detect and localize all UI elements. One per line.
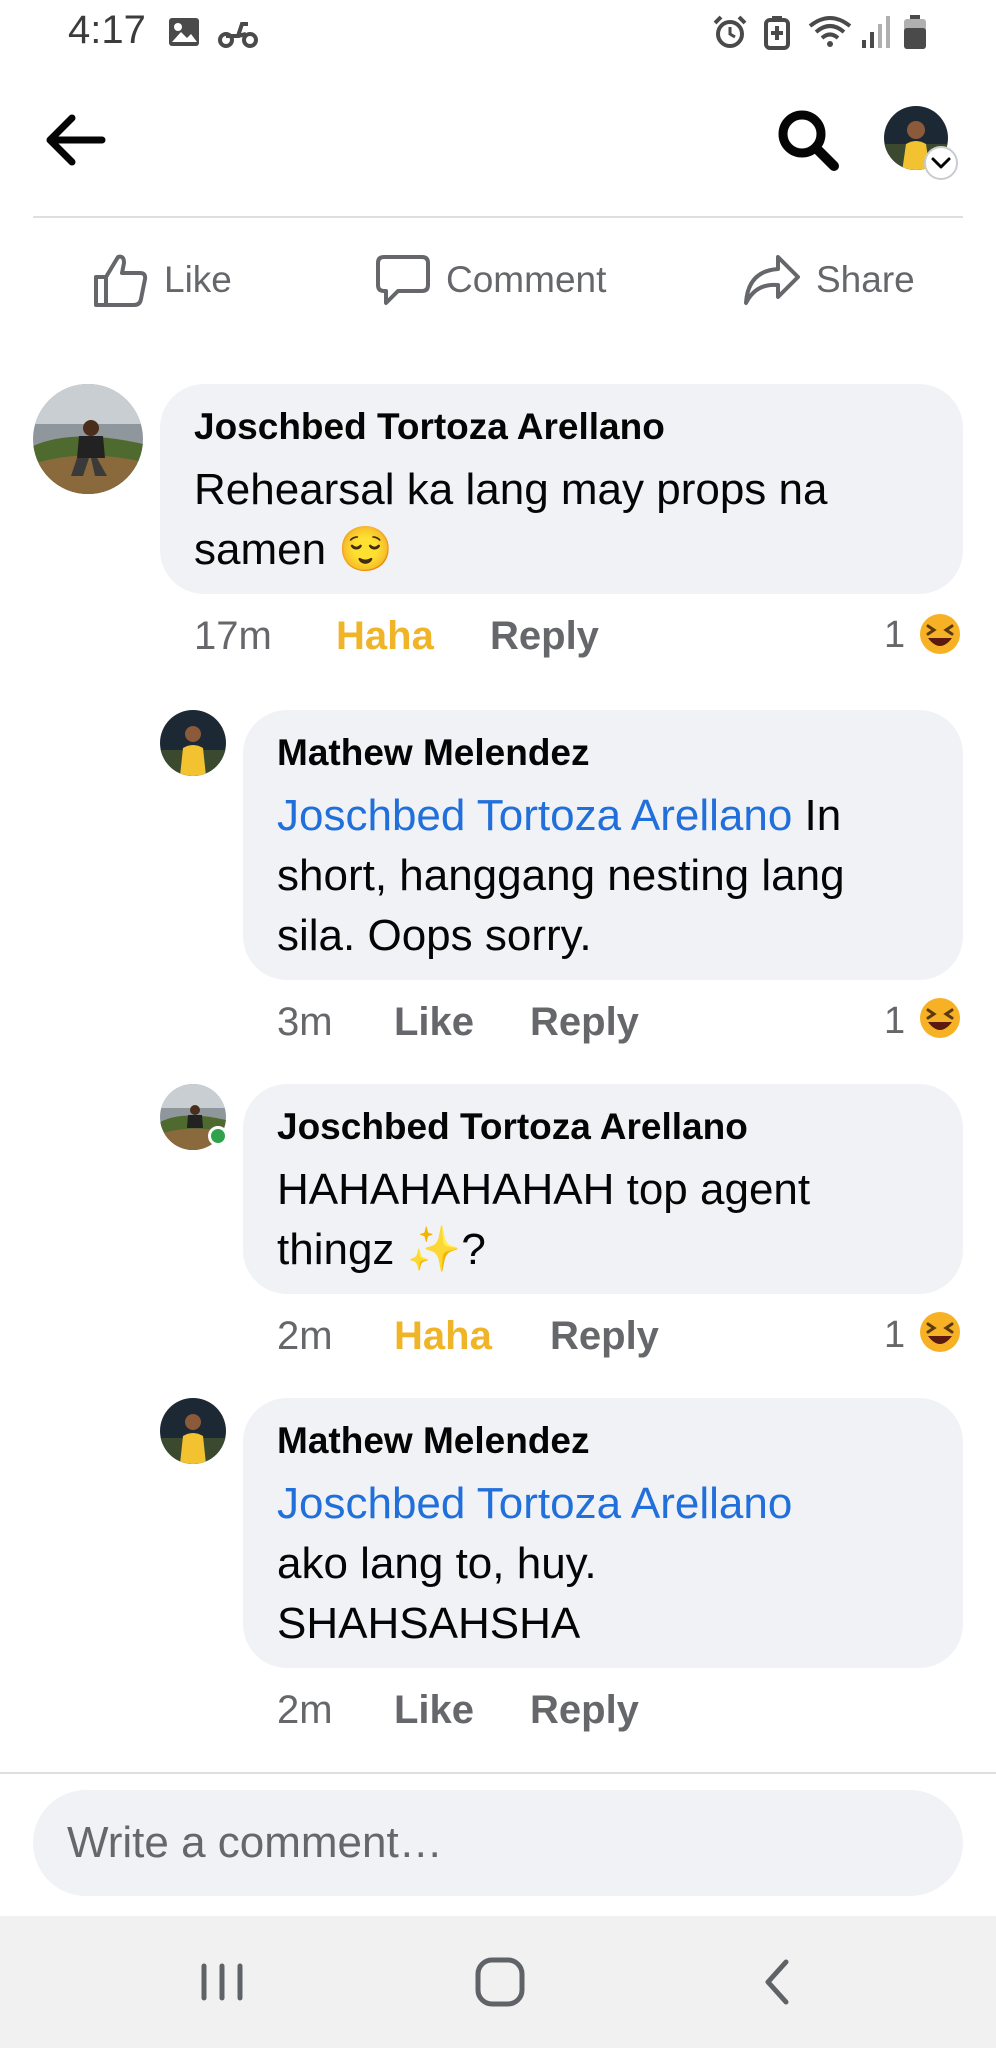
comment-author[interactable]: Mathew Melendez xyxy=(277,1420,590,1462)
comment-author[interactable]: Joschbed Tortoza Arellano xyxy=(194,406,665,448)
reaction-count[interactable]: 1 xyxy=(884,614,905,657)
alarm-icon xyxy=(713,15,747,48)
comment-reply-button[interactable]: Reply xyxy=(490,614,599,659)
reaction-count[interactable]: 1 xyxy=(884,1000,905,1043)
comment-composer[interactable] xyxy=(33,1790,963,1896)
recent-apps-icon[interactable] xyxy=(190,1950,254,2014)
system-nav-bar xyxy=(0,1916,996,2048)
like-button-label: Like xyxy=(164,259,232,300)
comment-text-line: samen 😌 xyxy=(194,525,394,574)
comment-text-fragment: In xyxy=(792,791,842,840)
comment-text-line: ako lang to, huy. xyxy=(277,1539,597,1588)
avatar[interactable] xyxy=(33,384,143,494)
scooter-icon xyxy=(218,22,258,48)
comment-reaction-button[interactable]: Haha xyxy=(394,1314,492,1359)
comment-timestamp[interactable]: 3m xyxy=(277,1000,333,1045)
wifi-icon xyxy=(808,16,852,47)
search-button[interactable] xyxy=(772,104,844,176)
battery-saver-icon xyxy=(764,16,790,50)
online-status-badge xyxy=(208,1126,228,1146)
comment-bubble[interactable]: Joschbed Tortoza Arellano HAHAHAHAHAH to… xyxy=(243,1084,963,1294)
profile-menu-button[interactable] xyxy=(882,104,958,180)
comment-text-line: short, hanggang nesting lang xyxy=(277,851,845,900)
mention-link[interactable]: Joschbed Tortoza Arellano xyxy=(277,1474,792,1534)
like-button[interactable]: Like xyxy=(92,248,232,312)
status-bar: 4:17 xyxy=(0,0,996,66)
battery-icon xyxy=(904,15,926,49)
comment-author[interactable]: Joschbed Tortoza Arellano xyxy=(277,1106,748,1148)
comment-text: Joschbed Tortoza Arellano ako lang to, h… xyxy=(277,1474,792,1654)
comment-bubble[interactable]: Mathew Melendez Joschbed Tortoza Arellan… xyxy=(243,1398,963,1668)
chevron-down-icon xyxy=(924,146,958,180)
comment-reaction-button[interactable]: Haha xyxy=(336,614,434,659)
comment-text-line: thingz ✨? xyxy=(277,1225,486,1274)
comment-button-label: Comment xyxy=(446,259,607,300)
image-icon xyxy=(169,18,199,46)
comment-bubble[interactable]: Mathew Melendez Joschbed Tortoza Arellan… xyxy=(243,710,963,980)
status-time: 4:17 xyxy=(68,8,146,52)
comment-reply-button[interactable]: Reply xyxy=(530,1000,639,1045)
comment-text: Joschbed Tortoza Arellano In short, hang… xyxy=(277,786,845,966)
share-button[interactable]: Share xyxy=(742,248,915,312)
back-nav-icon[interactable] xyxy=(746,1950,810,2014)
comment-reply-button[interactable]: Reply xyxy=(530,1688,639,1733)
comment-bubble[interactable]: Joschbed Tortoza Arellano Rehearsal ka l… xyxy=(160,384,963,594)
mention-link[interactable]: Joschbed Tortoza Arellano xyxy=(277,791,792,840)
thumbs-up-icon xyxy=(94,254,148,307)
arrow-left-icon xyxy=(46,114,106,166)
comment-timestamp[interactable]: 2m xyxy=(277,1688,333,1733)
comment-input[interactable] xyxy=(67,1790,927,1896)
comment-author[interactable]: Mathew Melendez xyxy=(277,732,590,774)
reaction-count[interactable]: 1 xyxy=(884,1314,905,1357)
comment-text-line: Joschbed Tortoza Arellano In xyxy=(277,786,845,846)
comment-button[interactable]: Comment xyxy=(374,248,606,312)
comment-text-line: sila. Oops sorry. xyxy=(277,911,592,960)
comment-text-line: HAHAHAHAHAH top agent xyxy=(277,1165,811,1214)
header-divider xyxy=(33,216,963,218)
share-icon xyxy=(744,255,800,305)
comment-reaction-button[interactable]: Like xyxy=(394,1000,474,1045)
laughing-emoji-icon[interactable] xyxy=(918,1310,962,1354)
comment-text: Rehearsal ka lang may props na samen 😌 xyxy=(194,460,827,580)
comment-timestamp[interactable]: 2m xyxy=(277,1314,333,1359)
avatar[interactable] xyxy=(160,710,226,776)
comment-reaction-button[interactable]: Like xyxy=(394,1688,474,1733)
signal-icon xyxy=(862,16,890,48)
comment-timestamp[interactable]: 17m xyxy=(194,614,272,659)
search-icon xyxy=(778,110,839,171)
composer-divider xyxy=(0,1772,996,1774)
laughing-emoji-icon[interactable] xyxy=(918,996,962,1040)
avatar[interactable] xyxy=(160,1398,226,1464)
comment-text-line: SHAHSAHSHA xyxy=(277,1599,581,1648)
comment-reply-button[interactable]: Reply xyxy=(550,1314,659,1359)
comment-text-line: Rehearsal ka lang may props na xyxy=(194,465,828,514)
comment-icon xyxy=(376,255,430,305)
home-icon[interactable] xyxy=(468,1950,532,2014)
back-button[interactable] xyxy=(40,104,112,176)
comment-text: HAHAHAHAHAH top agent thingz ✨? xyxy=(277,1160,810,1280)
share-button-label: Share xyxy=(816,259,915,300)
laughing-emoji-icon[interactable] xyxy=(918,612,962,656)
